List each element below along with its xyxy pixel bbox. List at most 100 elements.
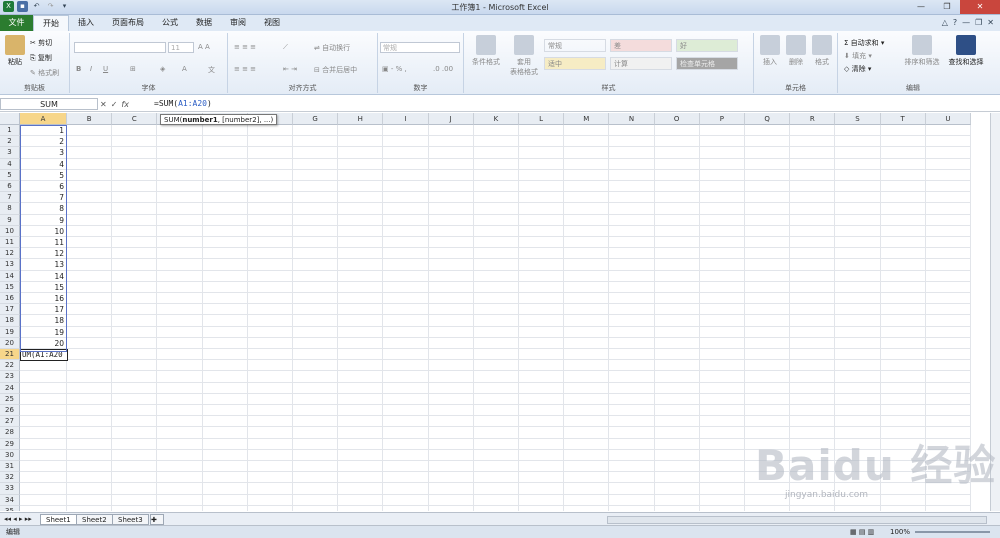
cell[interactable] (519, 371, 565, 383)
cell[interactable] (67, 293, 113, 305)
cell[interactable] (112, 225, 158, 237)
cell[interactable] (790, 281, 836, 293)
cell[interactable] (112, 461, 158, 473)
cell[interactable] (202, 136, 248, 148)
row-header[interactable]: 14 (0, 270, 20, 282)
cell[interactable] (609, 181, 655, 193)
cell[interactable] (654, 360, 700, 372)
cell[interactable] (699, 461, 745, 473)
cell[interactable] (790, 248, 836, 260)
row-header[interactable]: 23 (0, 371, 20, 383)
cell[interactable] (67, 304, 113, 316)
cell[interactable] (564, 293, 610, 305)
maximize-button[interactable]: ❐ (934, 0, 960, 14)
cell[interactable] (202, 494, 248, 506)
cell[interactable] (880, 371, 926, 383)
cell[interactable] (654, 293, 700, 305)
cell[interactable] (654, 125, 700, 137)
cell[interactable] (338, 237, 384, 249)
cell[interactable] (293, 494, 339, 506)
cell[interactable] (383, 248, 429, 260)
cell[interactable] (67, 438, 113, 450)
cell[interactable] (428, 237, 474, 249)
cell[interactable] (745, 326, 791, 338)
cell[interactable] (880, 248, 926, 260)
cell[interactable] (429, 505, 474, 511)
column-header[interactable]: K (473, 113, 519, 125)
cell[interactable] (564, 203, 610, 215)
cell[interactable] (202, 270, 248, 282)
column-header[interactable]: B (67, 113, 113, 125)
cell[interactable] (926, 505, 971, 511)
cell[interactable] (428, 136, 474, 148)
cell[interactable] (338, 281, 384, 293)
cell[interactable] (654, 237, 700, 249)
cell[interactable] (699, 483, 745, 495)
cell[interactable] (654, 259, 700, 271)
cell[interactable] (157, 281, 203, 293)
cell[interactable] (247, 472, 293, 484)
cell[interactable] (428, 427, 474, 439)
cell[interactable] (699, 315, 745, 327)
window-close-icon[interactable]: ✕ (987, 18, 994, 27)
cell[interactable] (835, 203, 881, 215)
formula-input[interactable]: =SUM(A1:A20) (154, 98, 988, 110)
cell[interactable] (157, 326, 203, 338)
cell[interactable] (835, 158, 881, 170)
cell[interactable] (247, 259, 293, 271)
sheet-tab-3[interactable]: Sheet3 (112, 514, 149, 525)
cell[interactable] (519, 281, 565, 293)
cell[interactable] (790, 371, 836, 383)
cell[interactable] (157, 125, 203, 137)
cell[interactable] (699, 192, 745, 204)
cell[interactable] (654, 382, 700, 394)
cell[interactable] (383, 349, 429, 361)
cell[interactable] (745, 158, 791, 170)
cell[interactable] (112, 169, 158, 181)
cell[interactable] (925, 203, 971, 215)
column-header[interactable]: J (428, 113, 474, 125)
borders-icon[interactable]: ⊞ (130, 65, 136, 73)
cell[interactable] (519, 270, 565, 282)
cell[interactable] (564, 136, 610, 148)
tab-data[interactable]: 数据 (187, 15, 221, 31)
cell[interactable] (564, 225, 610, 237)
cell[interactable] (20, 472, 67, 484)
cell[interactable] (383, 461, 429, 473)
cell[interactable] (519, 203, 565, 215)
cell[interactable] (654, 270, 700, 282)
cell[interactable] (112, 304, 158, 316)
cancel-entry-icon[interactable]: ✕ (100, 100, 107, 109)
cell[interactable] (157, 147, 203, 159)
cell[interactable] (835, 225, 881, 237)
cell[interactable] (383, 483, 429, 495)
cell[interactable] (519, 158, 565, 170)
cell[interactable] (925, 237, 971, 249)
cell[interactable] (519, 494, 565, 506)
cell[interactable] (564, 315, 610, 327)
cell[interactable] (835, 360, 881, 372)
cell[interactable] (790, 270, 836, 282)
cell[interactable] (383, 125, 429, 137)
cell[interactable] (790, 225, 836, 237)
cell[interactable] (564, 214, 610, 226)
row-header[interactable]: 31 (0, 461, 20, 473)
cell[interactable] (157, 360, 203, 372)
cell[interactable] (519, 181, 565, 193)
cell[interactable] (609, 438, 655, 450)
cell[interactable] (745, 259, 791, 271)
cell[interactable] (247, 203, 293, 215)
cell[interactable] (202, 147, 248, 159)
cell[interactable] (609, 494, 655, 506)
cell[interactable] (293, 393, 339, 405)
cell[interactable] (925, 270, 971, 282)
cell[interactable] (699, 449, 745, 461)
cell[interactable] (564, 304, 610, 316)
cell[interactable] (564, 192, 610, 204)
cell[interactable] (835, 393, 881, 405)
cell[interactable] (925, 304, 971, 316)
cell[interactable] (202, 405, 248, 417)
cell[interactable] (925, 360, 971, 372)
cell[interactable] (202, 304, 248, 316)
cell[interactable] (112, 248, 158, 260)
